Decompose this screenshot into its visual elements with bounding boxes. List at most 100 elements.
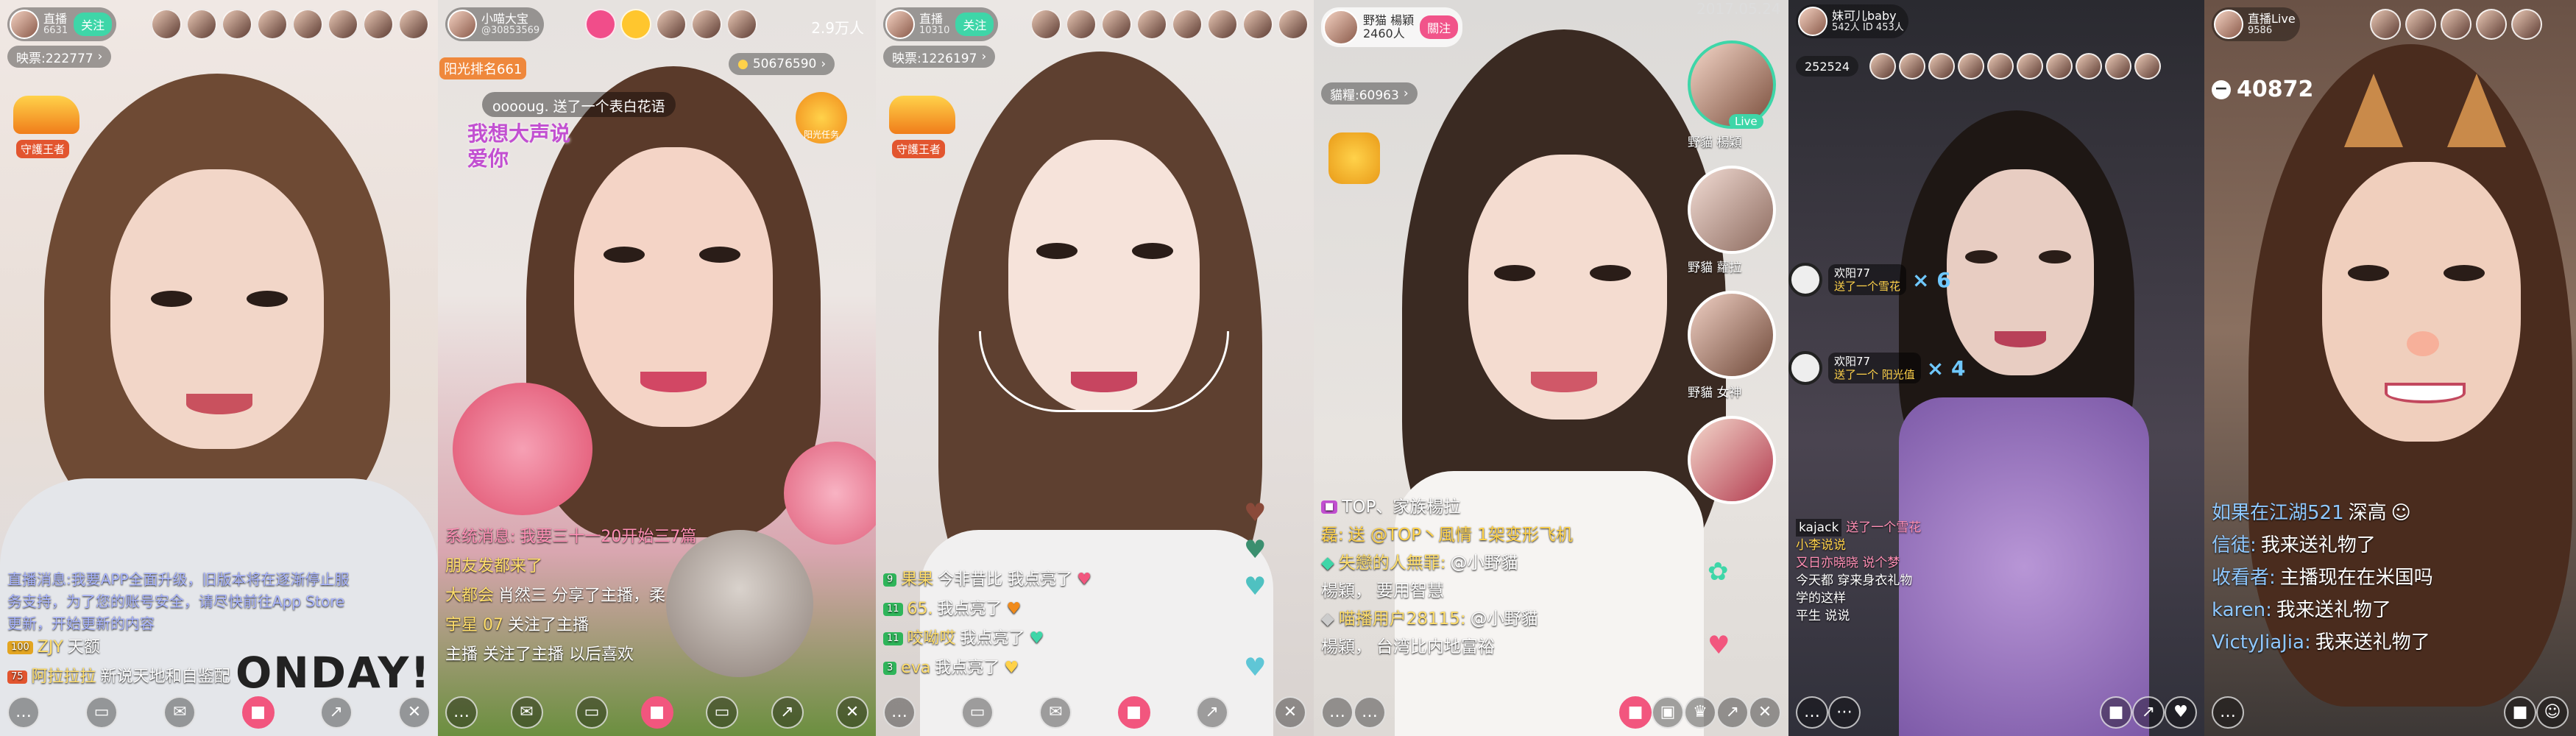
side-streamer[interactable] [1688, 416, 1783, 526]
face-icon[interactable]: ☺ [2536, 696, 2569, 729]
chat-user[interactable]: 65. [907, 595, 933, 624]
viewer-avatar[interactable] [2476, 9, 2507, 40]
heart-icon[interactable]: ♥ [1708, 633, 1730, 658]
follow-button[interactable]: 關注 [1420, 15, 1459, 39]
chat-user[interactable]: 如果在江湖521 [2212, 497, 2344, 529]
paw-icon[interactable]: ✿ [1708, 559, 1729, 584]
camera-icon[interactable]: ▭ [576, 696, 608, 729]
gift-icon[interactable]: ■ [2100, 696, 2132, 729]
host-info[interactable]: 直播 10310 关注 [883, 7, 999, 41]
chat-user[interactable]: 楊穎， [1321, 577, 1372, 605]
avatar[interactable] [10, 10, 39, 39]
viewer-avatar[interactable] [1987, 53, 2014, 79]
host-info[interactable]: 妹可儿baby 542人 ID 453人 [1796, 4, 1908, 38]
viewer-avatar[interactable] [1899, 53, 1925, 79]
chat-user[interactable]: 欢阳77 [1834, 266, 1870, 280]
chat-user[interactable]: 宇星 07 [445, 611, 503, 640]
coin-count[interactable]: −40872 [2212, 77, 2313, 102]
mail-icon[interactable]: ✉ [510, 696, 543, 729]
avatar[interactable] [2214, 10, 2243, 39]
ticket-count[interactable]: 映票:222777 › [7, 46, 112, 68]
viewer-avatar[interactable] [1278, 9, 1309, 40]
chat-user[interactable]: 大都会 [445, 581, 494, 611]
gift-icon[interactable]: ■ [1117, 696, 1150, 729]
gift-icon[interactable]: ■ [241, 696, 275, 729]
mail-icon[interactable]: ✉ [163, 696, 197, 729]
viewer-avatar[interactable] [1928, 53, 1955, 79]
chat-icon[interactable]: … [7, 696, 40, 729]
viewer-avatar[interactable] [328, 9, 358, 40]
chat-user[interactable]: eva [901, 654, 930, 683]
chat-user[interactable]: 咬呦哎 [907, 624, 956, 654]
avatar[interactable] [885, 10, 915, 39]
side-streamer[interactable]: 野貓 女神 [1688, 291, 1783, 416]
follow-button[interactable]: 关注 [74, 13, 113, 36]
chat-user[interactable]: 楊穎， [1321, 633, 1372, 661]
chat-icon[interactable]: … [1321, 696, 1354, 729]
viewer-avatar[interactable] [222, 9, 252, 40]
chat-user[interactable]: 磊: [1321, 521, 1344, 549]
close-icon[interactable]: ✕ [397, 696, 431, 729]
mail-icon[interactable]: ✉ [1039, 696, 1072, 729]
gift-icon[interactable]: ■ [640, 696, 673, 729]
sun-task-icon[interactable]: 阳光任务 [796, 92, 847, 144]
stream-panel-1[interactable]: ONDAY! 直播 6631 关注 映票:222777 › 守護王者 直播消息:我要… [0, 0, 438, 736]
stream-panel-4[interactable]: 野猫 楊穎 2460人 關注 2017.05.24 貓糧:60963 › Live … [1314, 0, 1788, 736]
coin-count[interactable]: 252524 [1796, 56, 1859, 77]
chat-icon[interactable]: … [445, 696, 478, 729]
viewer-avatar[interactable] [726, 9, 757, 40]
chat-user[interactable]: 收看者: [2212, 562, 2276, 594]
viewer-avatar[interactable] [1207, 9, 1238, 40]
chat-user[interactable]: 失戀的人無罪: [1339, 549, 1446, 577]
side-streamer[interactable]: Live 野貓 楊穎 [1688, 40, 1783, 166]
chat-icon[interactable]: … [1796, 696, 1828, 729]
chat-user[interactable]: ZJY [38, 633, 63, 662]
viewer-avatar[interactable] [1066, 9, 1097, 40]
chat-user[interactable]: 信徒: [2212, 529, 2257, 562]
viewer-avatars[interactable] [1030, 9, 1309, 40]
viewer-avatar[interactable] [1136, 9, 1167, 40]
rank-badge[interactable]: 阳光排名661 [439, 57, 527, 79]
viewer-avatar[interactable] [186, 9, 217, 40]
viewer-avatars[interactable] [585, 9, 757, 40]
viewer-avatar[interactable] [151, 9, 182, 40]
viewer-avatar[interactable] [1958, 53, 1984, 79]
share-icon[interactable]: ↗ [771, 696, 804, 729]
share-icon[interactable]: ↗ [1716, 696, 1749, 729]
chat-user[interactable]: VictyJiaJia: [2212, 626, 2311, 659]
trophy-icon[interactable]: ♛ [1684, 696, 1716, 729]
viewer-avatar[interactable] [2046, 53, 2073, 79]
viewer-avatar[interactable] [620, 9, 651, 40]
viewer-avatar[interactable] [1869, 53, 1896, 79]
viewer-avatar[interactable] [2511, 9, 2542, 40]
avatar[interactable] [1688, 416, 1776, 504]
viewer-avatar[interactable] [2076, 53, 2102, 79]
coin-count[interactable]: ● 50676590 › [729, 53, 835, 75]
viewer-avatar[interactable] [1030, 9, 1061, 40]
chat-user[interactable]: 朋友发都来了 [445, 552, 542, 581]
coin-count[interactable]: 貓糧:60963 › [1321, 82, 1418, 105]
camera-icon[interactable]: ▭ [85, 696, 118, 729]
viewer-avatar[interactable] [691, 9, 722, 40]
gift-icon[interactable]: ■ [1619, 696, 1652, 729]
viewer-avatar[interactable] [257, 9, 288, 40]
box-icon[interactable]: ▣ [1652, 696, 1684, 729]
close-icon[interactable]: ✕ [836, 696, 868, 729]
chat-user[interactable]: 欢阳77 [1834, 355, 1870, 368]
avatar[interactable] [447, 10, 477, 39]
avatar[interactable] [1688, 291, 1776, 379]
viewer-avatar[interactable] [2370, 9, 2401, 40]
host-info[interactable]: 直播 6631 关注 [7, 7, 117, 41]
viewer-avatar[interactable] [585, 9, 616, 40]
ticket-count[interactable]: 映票:1226197 › [883, 46, 996, 68]
host-info[interactable]: 直播Live 9586 [2212, 7, 2300, 41]
viewer-avatars[interactable] [2370, 9, 2542, 40]
stream-panel-5[interactable]: 妹可儿baby 542人 ID 453人 252524 欢阳77 送了一个雪花 × … [1788, 0, 2204, 736]
chat-user[interactable]: kajack [1796, 519, 1842, 537]
avatar[interactable] [1798, 7, 1827, 36]
share-icon[interactable]: ↗ [2132, 696, 2165, 729]
host-info[interactable]: 小喵大宝 @30853569 [445, 7, 545, 41]
chat-icon[interactable]: … [2212, 696, 2244, 729]
more-icon[interactable]: ⋯ [1828, 696, 1861, 729]
viewer-avatar[interactable] [2105, 53, 2131, 79]
